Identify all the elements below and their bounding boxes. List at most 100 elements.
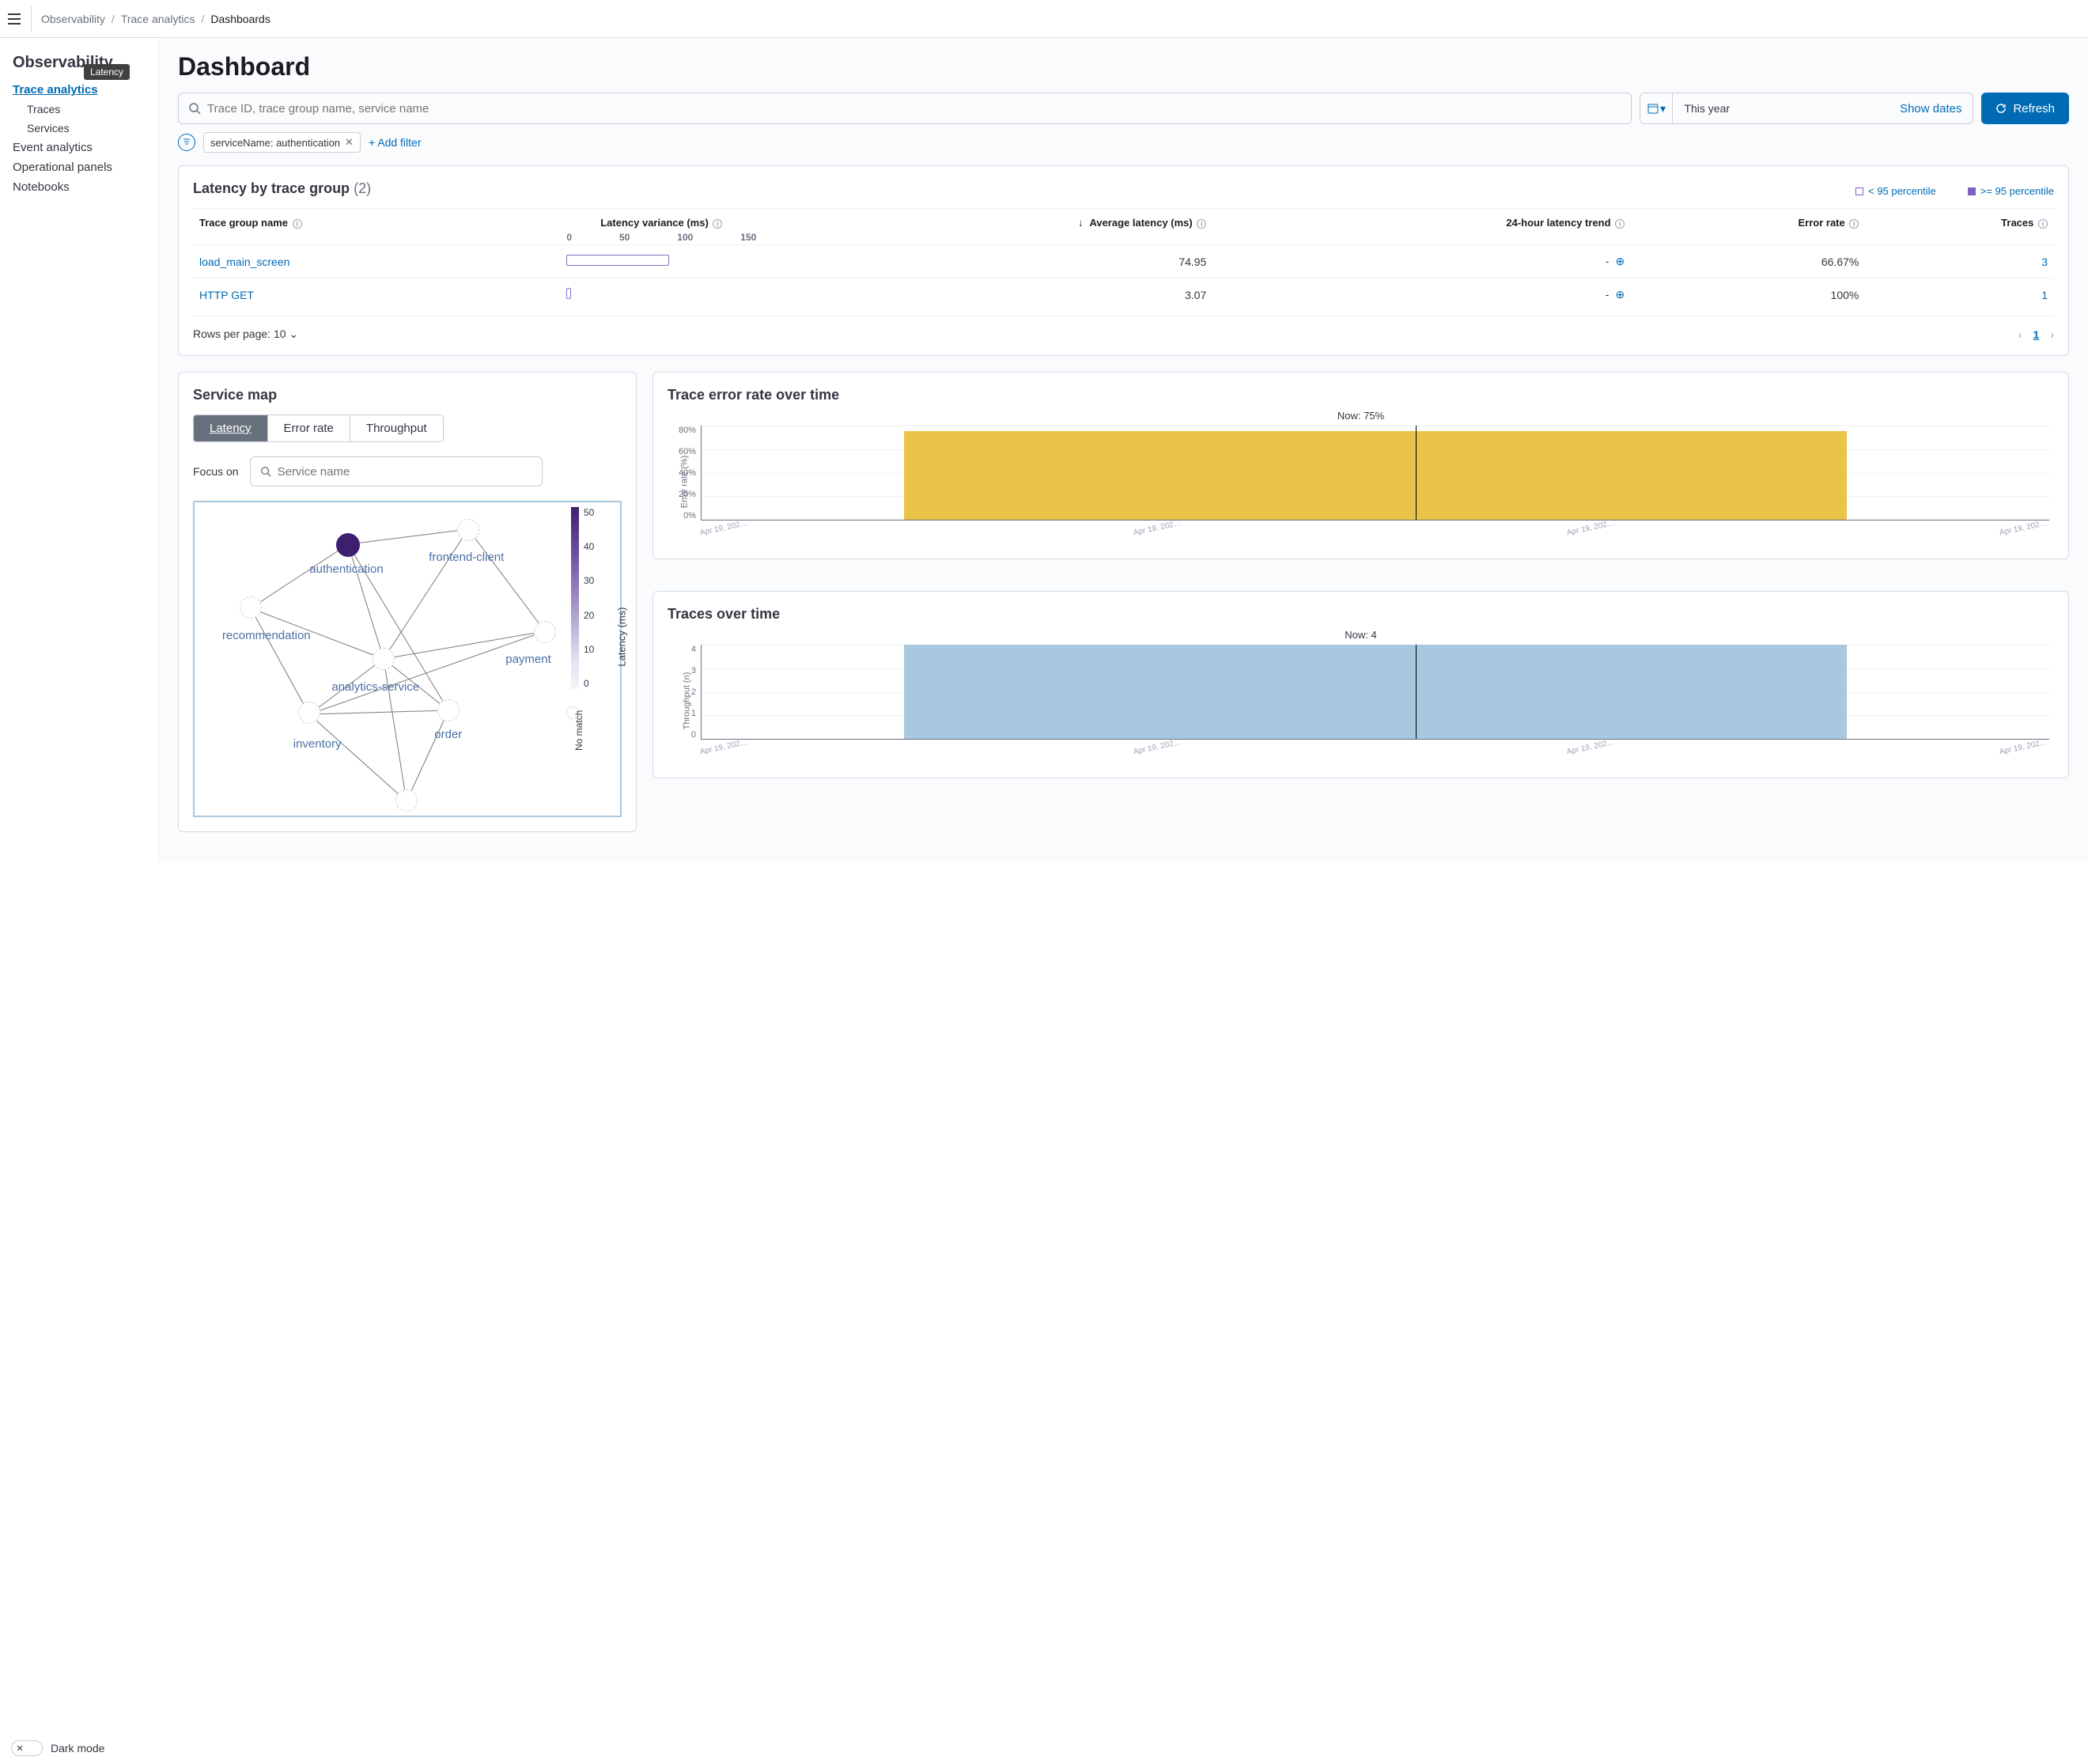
error-rate-chart[interactable]: Now: 75% Error rate (%) 80%60%40%20%0% A… <box>668 410 2054 544</box>
main-content: Dashboard ▾ This year Show dates Refresh <box>158 38 2088 862</box>
traces-link[interactable]: 3 <box>2041 256 2048 268</box>
sidebar-item-operational-panels[interactable]: Operational panels <box>13 157 146 177</box>
trace-group-link[interactable]: load_main_screen <box>199 256 289 268</box>
refresh-button[interactable]: Refresh <box>1981 93 2069 124</box>
node-label: order <box>434 728 462 741</box>
traces-over-time-panel: Traces over time Now: 4 Throughput (n) 4… <box>652 591 2069 778</box>
tab-error-rate[interactable]: Error rate <box>268 415 350 441</box>
service-map-title: Service map <box>193 387 622 403</box>
focus-input-wrapper[interactable] <box>250 456 543 486</box>
scale-axis-label: Latency (ms) <box>616 608 628 667</box>
search-input[interactable] <box>207 102 1621 115</box>
node-recommendation[interactable] <box>240 596 262 619</box>
zoom-in-icon[interactable]: ⊕ <box>1615 255 1625 267</box>
node-label: analytics-service <box>331 680 419 694</box>
tab-throughput[interactable]: Throughput <box>350 415 443 441</box>
error-rate-panel: Trace error rate over time Now: 75% Erro… <box>652 372 2069 559</box>
remove-filter-button[interactable]: ✕ <box>345 136 354 149</box>
node-payment[interactable] <box>534 621 556 643</box>
tab-latency[interactable]: Latency <box>194 415 268 441</box>
info-icon[interactable]: i <box>2038 219 2048 229</box>
node-label: recommendation <box>222 629 311 642</box>
col-traces[interactable]: Traces i <box>1865 209 2054 245</box>
col-trace-group[interactable]: Trace group name i <box>193 209 560 245</box>
menu-toggle-button[interactable] <box>6 6 32 32</box>
col-variance[interactable]: Latency variance (ms) i 050100150 <box>560 209 762 245</box>
info-icon[interactable]: i <box>1849 219 1859 229</box>
sidebar-item-notebooks[interactable]: Notebooks <box>13 177 146 197</box>
table-row: load_main_screen 74.95 -⊕ 66.67% 3 <box>193 245 2054 278</box>
date-quick-button[interactable]: ▾ <box>1640 93 1673 124</box>
dark-mode-toggle[interactable]: ✕ <box>11 1740 43 1756</box>
node-authentication[interactable] <box>336 533 360 557</box>
latency-title-text: Latency by trace group <box>193 180 350 196</box>
node-analytics-service[interactable] <box>373 648 395 670</box>
trend-value: - <box>1606 255 1610 267</box>
x-axis-ticks: Apr 19, 202…Apr 19, 202…Apr 19, 202…Apr … <box>701 743 2049 763</box>
sidebar: Observability Trace analytics Latency Tr… <box>0 38 158 862</box>
info-icon[interactable]: i <box>1197 219 1206 229</box>
node-database[interactable] <box>395 789 418 812</box>
col-avg-latency[interactable]: ↓Average latency (ms) i <box>762 209 1212 245</box>
node-label: inventory <box>293 737 342 751</box>
node-inventory[interactable] <box>298 702 320 724</box>
next-page-button[interactable]: › <box>2050 328 2054 341</box>
pagination: ‹ 1 › <box>2018 328 2054 341</box>
y-axis-ticks: 43210 <box>668 645 696 740</box>
breadcrumb-item[interactable]: Observability <box>41 13 105 25</box>
error-value: 66.67% <box>1631 245 1865 278</box>
variance-bar <box>566 255 669 266</box>
node-order[interactable] <box>437 699 460 721</box>
page-title: Dashboard <box>178 52 2069 81</box>
service-map-graph[interactable]: authentication frontend-client recommend… <box>193 501 622 817</box>
filter-pill[interactable]: serviceName: authentication ✕ <box>203 132 361 153</box>
plot-area <box>701 426 2049 520</box>
sidebar-item-traces[interactable]: Traces <box>27 100 146 119</box>
sidebar-item-services[interactable]: Services <box>27 119 146 138</box>
show-dates-link[interactable]: Show dates <box>1900 102 1961 115</box>
dark-mode-label: Dark mode <box>51 1742 104 1755</box>
col-trend[interactable]: 24-hour latency trend i <box>1212 209 1631 245</box>
sidebar-item-event-analytics[interactable]: Event analytics <box>13 138 146 157</box>
filter-icon <box>183 138 191 146</box>
info-icon[interactable]: i <box>713 219 722 229</box>
focus-label: Focus on <box>193 465 239 478</box>
rows-per-page-select[interactable]: Rows per page: 10 ⌄ <box>193 327 298 341</box>
zoom-in-icon[interactable]: ⊕ <box>1615 288 1625 301</box>
breadcrumb-sep: / <box>201 13 204 25</box>
service-map-panel: Service map Latency Error rate Throughpu… <box>178 372 637 832</box>
info-icon[interactable]: i <box>1615 219 1625 229</box>
date-range-display[interactable]: This year Show dates <box>1673 93 1973 124</box>
tooltip: Latency <box>84 64 130 80</box>
breadcrumb-item[interactable]: Trace analytics <box>121 13 195 25</box>
focus-input[interactable] <box>278 465 532 479</box>
no-match-label: No match <box>573 710 584 751</box>
trace-group-link[interactable]: HTTP GET <box>199 289 254 301</box>
table-row: HTTP GET 3.07 -⊕ 100% 1 <box>193 278 2054 312</box>
chart-now-label: Now: 4 <box>668 629 2054 641</box>
traces-over-time-chart[interactable]: Now: 4 Throughput (n) 43210 Apr 19, 202…… <box>668 629 2054 763</box>
chevron-down-icon: ⌄ <box>289 327 298 340</box>
avg-value: 3.07 <box>762 278 1212 312</box>
service-map-tabs: Latency Error rate Throughput <box>193 415 444 442</box>
traces-over-time-title: Traces over time <box>668 606 2054 623</box>
node-frontend-client[interactable] <box>457 519 479 541</box>
chevron-down-icon: ▾ <box>1660 102 1666 115</box>
page-number[interactable]: 1 <box>2033 328 2040 341</box>
filter-menu-button[interactable] <box>178 134 195 151</box>
avg-value: 74.95 <box>762 245 1212 278</box>
prev-page-button[interactable]: ‹ <box>2018 328 2022 341</box>
bar <box>904 431 1848 520</box>
search-input-wrapper[interactable] <box>178 93 1632 124</box>
plot-area <box>701 645 2049 740</box>
legend-gte-95: >= 95 percentile <box>1968 185 2054 197</box>
add-filter-link[interactable]: + Add filter <box>369 136 422 149</box>
search-icon <box>260 466 271 477</box>
filter-pill-label: serviceName: authentication <box>210 137 340 149</box>
latency-panel: Latency by trace group (2) < 95 percenti… <box>178 165 2069 356</box>
sidebar-item-trace-analytics[interactable]: Trace analytics <box>13 80 146 100</box>
chart-now-label: Now: 75% <box>668 410 2054 422</box>
info-icon[interactable]: i <box>293 219 302 229</box>
traces-link[interactable]: 1 <box>2041 289 2048 301</box>
col-error-rate[interactable]: Error rate i <box>1631 209 1865 245</box>
